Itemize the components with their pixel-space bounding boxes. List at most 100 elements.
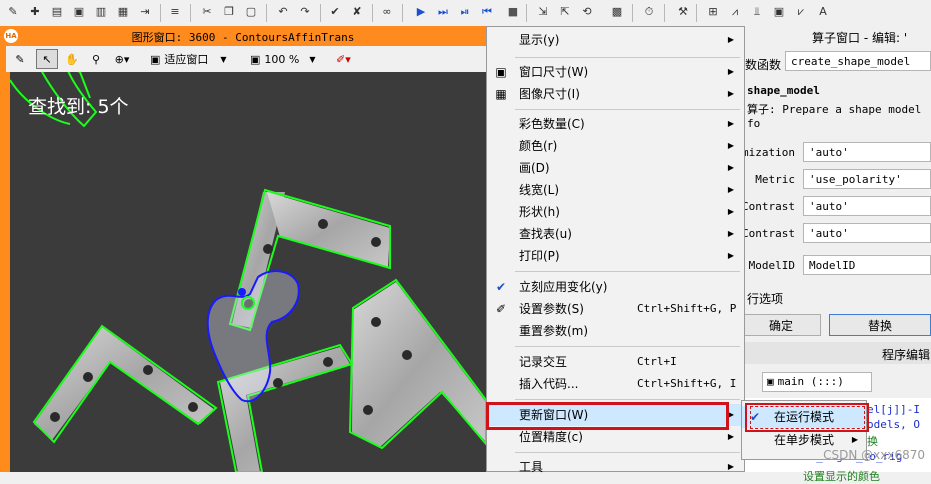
param-input[interactable]: 'auto': [803, 142, 931, 162]
print-icon[interactable]: ▦: [114, 3, 132, 21]
zoom-label: 100 %: [264, 52, 300, 66]
ok-button[interactable]: 确定: [741, 314, 821, 336]
menu-item-set-parameters[interactable]: ✐ 设置参数(S) Ctrl+Shift+G, P: [487, 298, 744, 320]
bracket-part: [32, 324, 218, 444]
menu-item-insert-code[interactable]: 插入代码... Ctrl+Shift+G, I: [487, 373, 744, 395]
param-input[interactable]: 'auto': [803, 223, 931, 243]
update-window-highlight: [486, 402, 729, 430]
window-size-icon: ▣: [495, 65, 507, 79]
menu-item-paint[interactable]: 打印(P) ▶: [487, 245, 744, 267]
pan-hand-icon[interactable]: ✋: [62, 49, 82, 69]
reset-icon[interactable]: ⟲: [578, 3, 596, 21]
operator-heading: shape_model: [747, 84, 820, 97]
tools-icon[interactable]: ⚒: [674, 3, 692, 21]
paste-icon[interactable]: ▢: [242, 3, 260, 21]
step-back-icon[interactable]: ⏮: [478, 3, 496, 21]
procedure-name: main (:::): [777, 375, 844, 388]
zoom-in-icon[interactable]: ⊕▾: [108, 49, 136, 69]
timer-icon[interactable]: ⏱: [640, 3, 658, 21]
chevron-right-icon: ▶: [727, 251, 734, 260]
deactivate-icon[interactable]: ✘: [348, 3, 366, 21]
magnifier-icon[interactable]: ⚲: [86, 49, 106, 69]
menu-item-draw[interactable]: 画(D) ▶: [487, 157, 744, 179]
new-program-icon[interactable]: ✚: [26, 3, 44, 21]
checkmark-icon: ✔: [495, 280, 507, 294]
param-label: mization: [742, 146, 795, 159]
param-input[interactable]: 'use_polarity': [803, 169, 931, 189]
cut-icon[interactable]: ✂: [198, 3, 216, 21]
replace-button[interactable]: 替换: [829, 314, 931, 336]
menu-item-window-size[interactable]: ▣ 窗口尺寸(W) ▶: [487, 61, 744, 83]
export-icon[interactable]: ⇥: [136, 3, 154, 21]
graphics-window-titlebar[interactable]: 图形窗口: 3600 - ContoursAffinTrans: [0, 26, 486, 46]
fit-window-label: 适应窗口: [164, 53, 209, 66]
execution-options-label: 行选项: [747, 292, 784, 306]
gray-histogram-icon[interactable]: ⩘: [726, 3, 744, 21]
code-line: 设置显示的颜色: [803, 470, 880, 483]
chevron-right-icon: ▶: [727, 163, 734, 172]
program-editor-title: 程序编辑: [882, 348, 931, 362]
operator-description: 算子: Prepare a shape model fo: [747, 103, 922, 130]
image-canvas-svg: [10, 72, 486, 472]
profiler-icon[interactable]: ▩: [608, 3, 626, 21]
menu-item-apply-immediately[interactable]: ✔ 立刻应用变化(y): [487, 276, 744, 298]
image-size-icon: ▦: [495, 87, 507, 101]
edit-pen-icon[interactable]: ✎: [10, 49, 30, 69]
image-canvas[interactable]: [10, 72, 486, 472]
menu-item-image-size[interactable]: ▦ 图像尺寸(I) ▶: [487, 83, 744, 105]
menu-item-lut[interactable]: 查找表(u) ▶: [487, 223, 744, 245]
ocr-icon[interactable]: A: [814, 3, 832, 21]
code-line: el[j]]-I: [867, 403, 920, 416]
save-all-icon[interactable]: ▥: [92, 3, 110, 21]
watermark: CSDN @xxx6870: [823, 448, 925, 462]
zoom-window-icon[interactable]: ⊞: [704, 3, 722, 21]
chevron-right-icon: ▶: [727, 462, 734, 471]
graphics-window-toolbar: ✎ ↖ ✋ ⚲ ⊕▾ ▣ 适应窗口 ▼ ▣ 100 % ▼ ✐▾: [6, 46, 486, 72]
procedure-icon: ▣: [767, 375, 774, 388]
step-over-icon[interactable]: ⏯: [456, 3, 474, 21]
param-input[interactable]: ModelID: [803, 255, 931, 275]
settings-icon: ✐: [495, 302, 507, 316]
redo-icon[interactable]: ↷: [296, 3, 314, 21]
line-profile-icon[interactable]: ⩗: [792, 3, 810, 21]
undo-icon[interactable]: ↶: [274, 3, 292, 21]
fit-window-dropdown[interactable]: ▣ 适应窗口 ▼: [150, 49, 248, 69]
activate-icon[interactable]: ✔: [326, 3, 344, 21]
code-line: 换: [867, 435, 878, 448]
operator-name-input[interactable]: create_shape_model: [785, 51, 931, 71]
zoom-dropdown[interactable]: ▣ 100 % ▼: [250, 49, 334, 69]
feature-histogram-icon[interactable]: ⫫: [748, 3, 766, 21]
run-icon[interactable]: ▶: [412, 3, 430, 21]
new-file-icon[interactable]: ✎: [4, 3, 22, 21]
pointer-icon[interactable]: ↖: [36, 49, 58, 69]
menu-item-line-width[interactable]: 线宽(L) ▶: [487, 179, 744, 201]
step-into-icon[interactable]: ⇲: [534, 3, 552, 21]
menu-item-tools[interactable]: 工具 ▶: [487, 456, 744, 478]
chevron-down-icon: ▼: [309, 54, 316, 64]
code-line: odels, O: [867, 418, 920, 431]
menu-item-color[interactable]: 颜色(r) ▶: [487, 135, 744, 157]
feature-inspection-icon[interactable]: ▣: [770, 3, 788, 21]
param-input[interactable]: 'auto': [803, 196, 931, 216]
chevron-right-icon: ▶: [727, 67, 734, 76]
run-mode-focus-outline: [750, 406, 865, 429]
function-label: 数函数: [745, 58, 782, 72]
copy-icon[interactable]: ❐: [220, 3, 238, 21]
open-folder-icon[interactable]: ▤: [48, 3, 66, 21]
chevron-right-icon: ▶: [727, 119, 734, 128]
stop-icon[interactable]: ■: [504, 3, 522, 21]
bracket-part: [348, 278, 486, 450]
menu-item-display[interactable]: 显示(y) ▶: [487, 29, 744, 51]
draw-color-icon[interactable]: ✐▾: [336, 49, 366, 69]
menu-item-colored[interactable]: 彩色数量(C) ▶: [487, 113, 744, 135]
procedure-select[interactable]: ▣ main (:::): [762, 372, 872, 392]
step-out-icon[interactable]: ⇱: [556, 3, 574, 21]
menu-item-shape[interactable]: 形状(h) ▶: [487, 201, 744, 223]
found-count-text: 查找到: 5个: [28, 96, 129, 118]
find-icon[interactable]: ∞: [378, 3, 396, 21]
menu-item-reset-parameters[interactable]: 重置参数(m): [487, 320, 744, 342]
menu-item-record-interaction[interactable]: 记录交互 Ctrl+I: [487, 351, 744, 373]
save-icon[interactable]: ▣: [70, 3, 88, 21]
properties-icon[interactable]: ≡: [166, 3, 184, 21]
run-to-insert-icon[interactable]: ⏭: [434, 3, 452, 21]
